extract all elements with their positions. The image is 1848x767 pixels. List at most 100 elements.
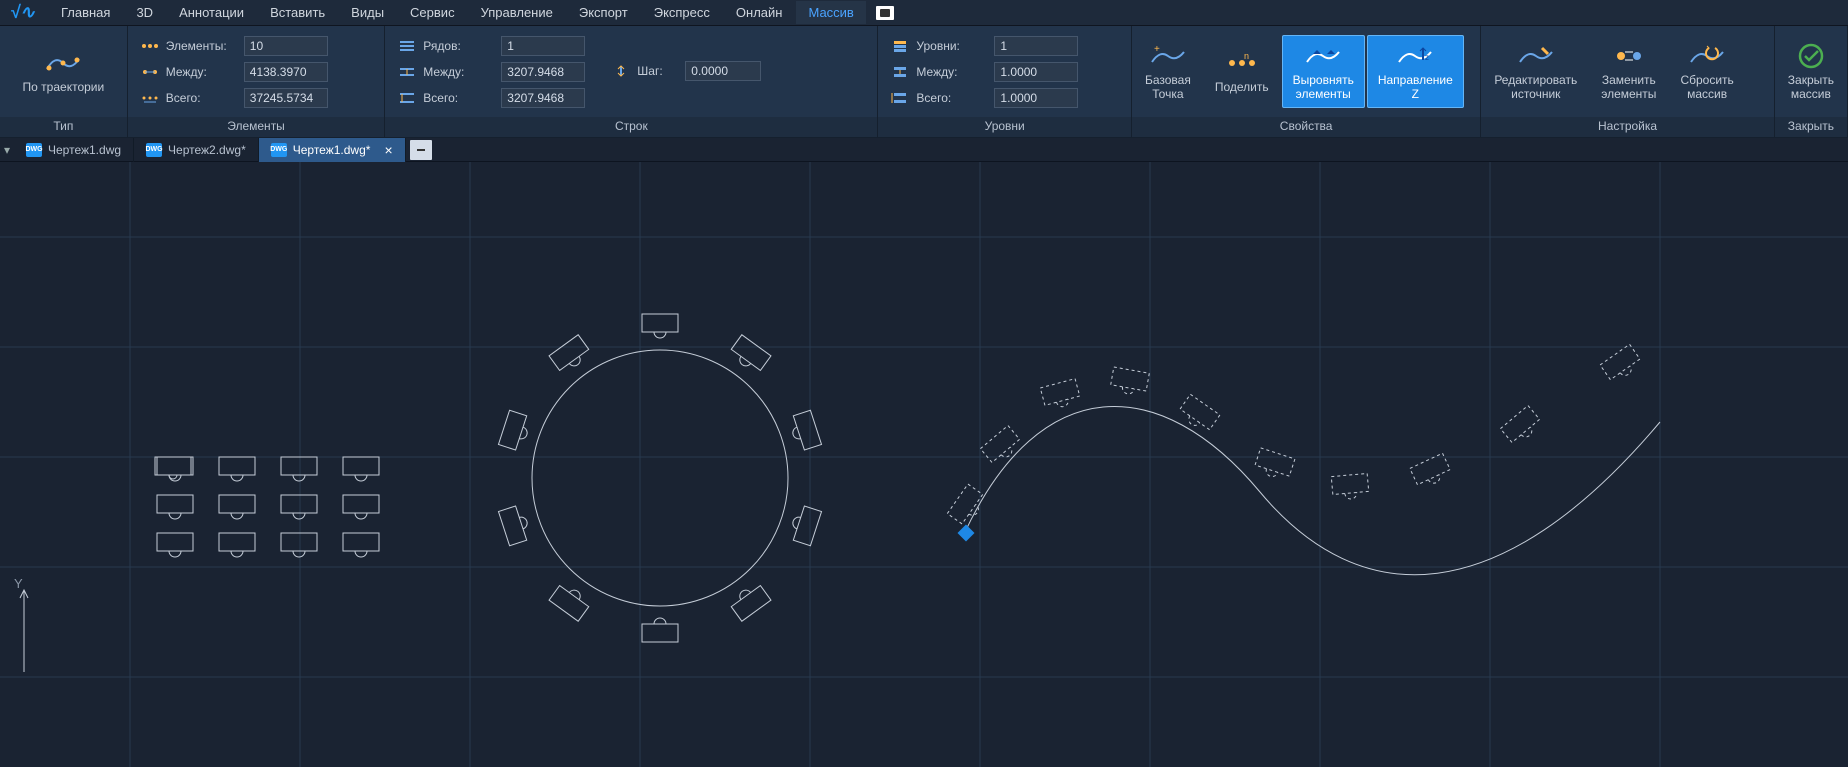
menu-home[interactable]: Главная [49,1,122,24]
close-array-button[interactable]: Закрыть массив [1777,35,1845,109]
doc-tab-1[interactable]: DWG Чертеж1.dwg [14,138,134,162]
close-array-label: Закрыть массив [1788,74,1834,102]
rows-between-icon [397,64,417,80]
array-path-label: По траектории [23,81,105,95]
levels-between-icon [890,64,910,80]
panel-rows-label: Строк [385,117,877,137]
reset-array-label: Сбросить массив [1680,74,1733,102]
panel-type: По траектории Тип [0,26,128,137]
levels-total-icon [890,90,910,106]
menu-extra-icon[interactable] [876,6,894,20]
elements-total-label: Всего: [166,91,238,105]
align-elements-button[interactable]: Выровнять элементы [1282,35,1365,109]
rows-total-input[interactable] [501,88,585,108]
panel-close: Закрыть массив Закрыть [1775,26,1848,137]
levels-between-input[interactable] [994,62,1078,82]
svg-text:z: z [1425,53,1429,62]
doc-tab-2[interactable]: DWG Чертеж2.dwg* [134,138,259,162]
path-start-grip[interactable] [958,525,975,542]
levels-count-input[interactable] [994,36,1078,56]
close-icon[interactable]: × [384,142,392,158]
svg-text:+: + [1154,44,1160,55]
panel-elements-label: Элементы [128,117,385,137]
menu-insert[interactable]: Вставить [258,1,337,24]
dwg-icon: DWG [26,143,42,157]
rows-count-icon [397,38,417,54]
step-input[interactable] [685,61,761,81]
dwg-icon: DWG [271,143,287,157]
panel-setup-label: Настройка [1481,117,1773,137]
doc-tab-2-label: Чертеж2.dwg* [168,143,246,157]
svg-text:n: n [1244,51,1249,61]
replace-elements-label: Заменить элементы [1601,74,1656,102]
document-tab-bar: ▾ DWG Чертеж1.dwg DWG Чертеж2.dwg* DWG Ч… [0,138,1848,162]
elements-between-label: Между: [166,65,238,79]
panel-properties: + Базовая Точка n Поделить Выровнять эле… [1132,26,1481,137]
rows-count-input[interactable] [501,36,585,56]
svg-text:Y: Y [14,576,23,591]
step-label: Шаг: [637,64,679,78]
array-path-button[interactable]: По траектории [12,42,116,102]
menu-manage[interactable]: Управление [469,1,565,24]
elements-between-input[interactable] [244,62,328,82]
menu-service[interactable]: Сервис [398,1,467,24]
panel-rows: Рядов: Между: Всего: Шаг: [385,26,878,137]
panel-levels-label: Уровни [878,117,1131,137]
doc-tab-1-label: Чертеж1.dwg [48,143,121,157]
panel-setup: Редактировать источник Заменить элементы… [1481,26,1774,137]
menu-express[interactable]: Экспресс [642,1,722,24]
levels-count-label: Уровни: [916,39,988,53]
doc-tab-3-label: Чертеж1.dwg* [293,143,371,157]
reset-array-button[interactable]: Сбросить массив [1669,35,1744,109]
divide-button[interactable]: n Поделить [1204,35,1280,109]
levels-between-label: Между: [916,65,988,79]
doc-tab-3[interactable]: DWG Чертеж1.dwg* × [259,138,406,162]
elements-count-label: Элементы: [166,39,238,53]
direction-z-button[interactable]: z Направление Z [1367,35,1464,109]
elements-count-input[interactable] [244,36,328,56]
levels-total-label: Всего: [916,91,988,105]
elements-between-icon [140,64,160,80]
base-point-label: Базовая Точка [1145,74,1191,102]
elements-total-input[interactable] [244,88,328,108]
menu-annotations[interactable]: Аннотации [167,1,256,24]
elements-count-icon [140,38,160,54]
menu-export[interactable]: Экспорт [567,1,640,24]
base-point-button[interactable]: + Базовая Точка [1134,35,1202,109]
menu-views[interactable]: Виды [339,1,396,24]
divide-label: Поделить [1215,81,1269,95]
panel-close-label: Закрыть [1775,117,1847,137]
polar-array-drawing [532,350,788,606]
rect-array-drawing [155,457,191,479]
rows-count-label: Рядов: [423,39,495,53]
edit-source-button[interactable]: Редактировать источник [1483,35,1588,109]
ribbon: По траектории Тип Элементы: Между: [0,26,1848,138]
elements-total-icon [140,90,160,106]
replace-elements-button[interactable]: Заменить элементы [1590,35,1667,109]
menu-online[interactable]: Онлайн [724,1,795,24]
align-elements-label: Выровнять элементы [1293,74,1354,102]
new-tab-button[interactable] [410,140,432,160]
panel-properties-label: Свойства [1132,117,1480,137]
dwg-icon: DWG [146,143,162,157]
app-logo: √∿ [10,2,35,23]
panel-levels: Уровни: Между: Всего: Уровни [878,26,1132,137]
path-curve [965,406,1660,574]
levels-total-input[interactable] [994,88,1078,108]
menu-3d[interactable]: 3D [124,1,165,24]
direction-z-label: Направление Z [1378,74,1453,102]
menubar: √∿ Главная 3D Аннотации Вставить Виды Се… [0,0,1848,26]
ucs-icon: Y [14,576,28,672]
levels-count-icon [890,38,910,54]
tabs-dropdown-icon[interactable]: ▾ [0,138,14,162]
edit-source-label: Редактировать источник [1494,74,1577,102]
rows-total-icon [397,90,417,106]
panel-type-label: Тип [0,117,127,137]
step-icon [611,63,631,79]
drawing-canvas[interactable]: Y [0,162,1848,767]
rows-between-label: Между: [423,65,495,79]
rows-between-input[interactable] [501,62,585,82]
menu-array[interactable]: Массив [796,1,865,24]
rows-total-label: Всего: [423,91,495,105]
panel-elements: Элементы: Между: Всего: Элементы [128,26,386,137]
